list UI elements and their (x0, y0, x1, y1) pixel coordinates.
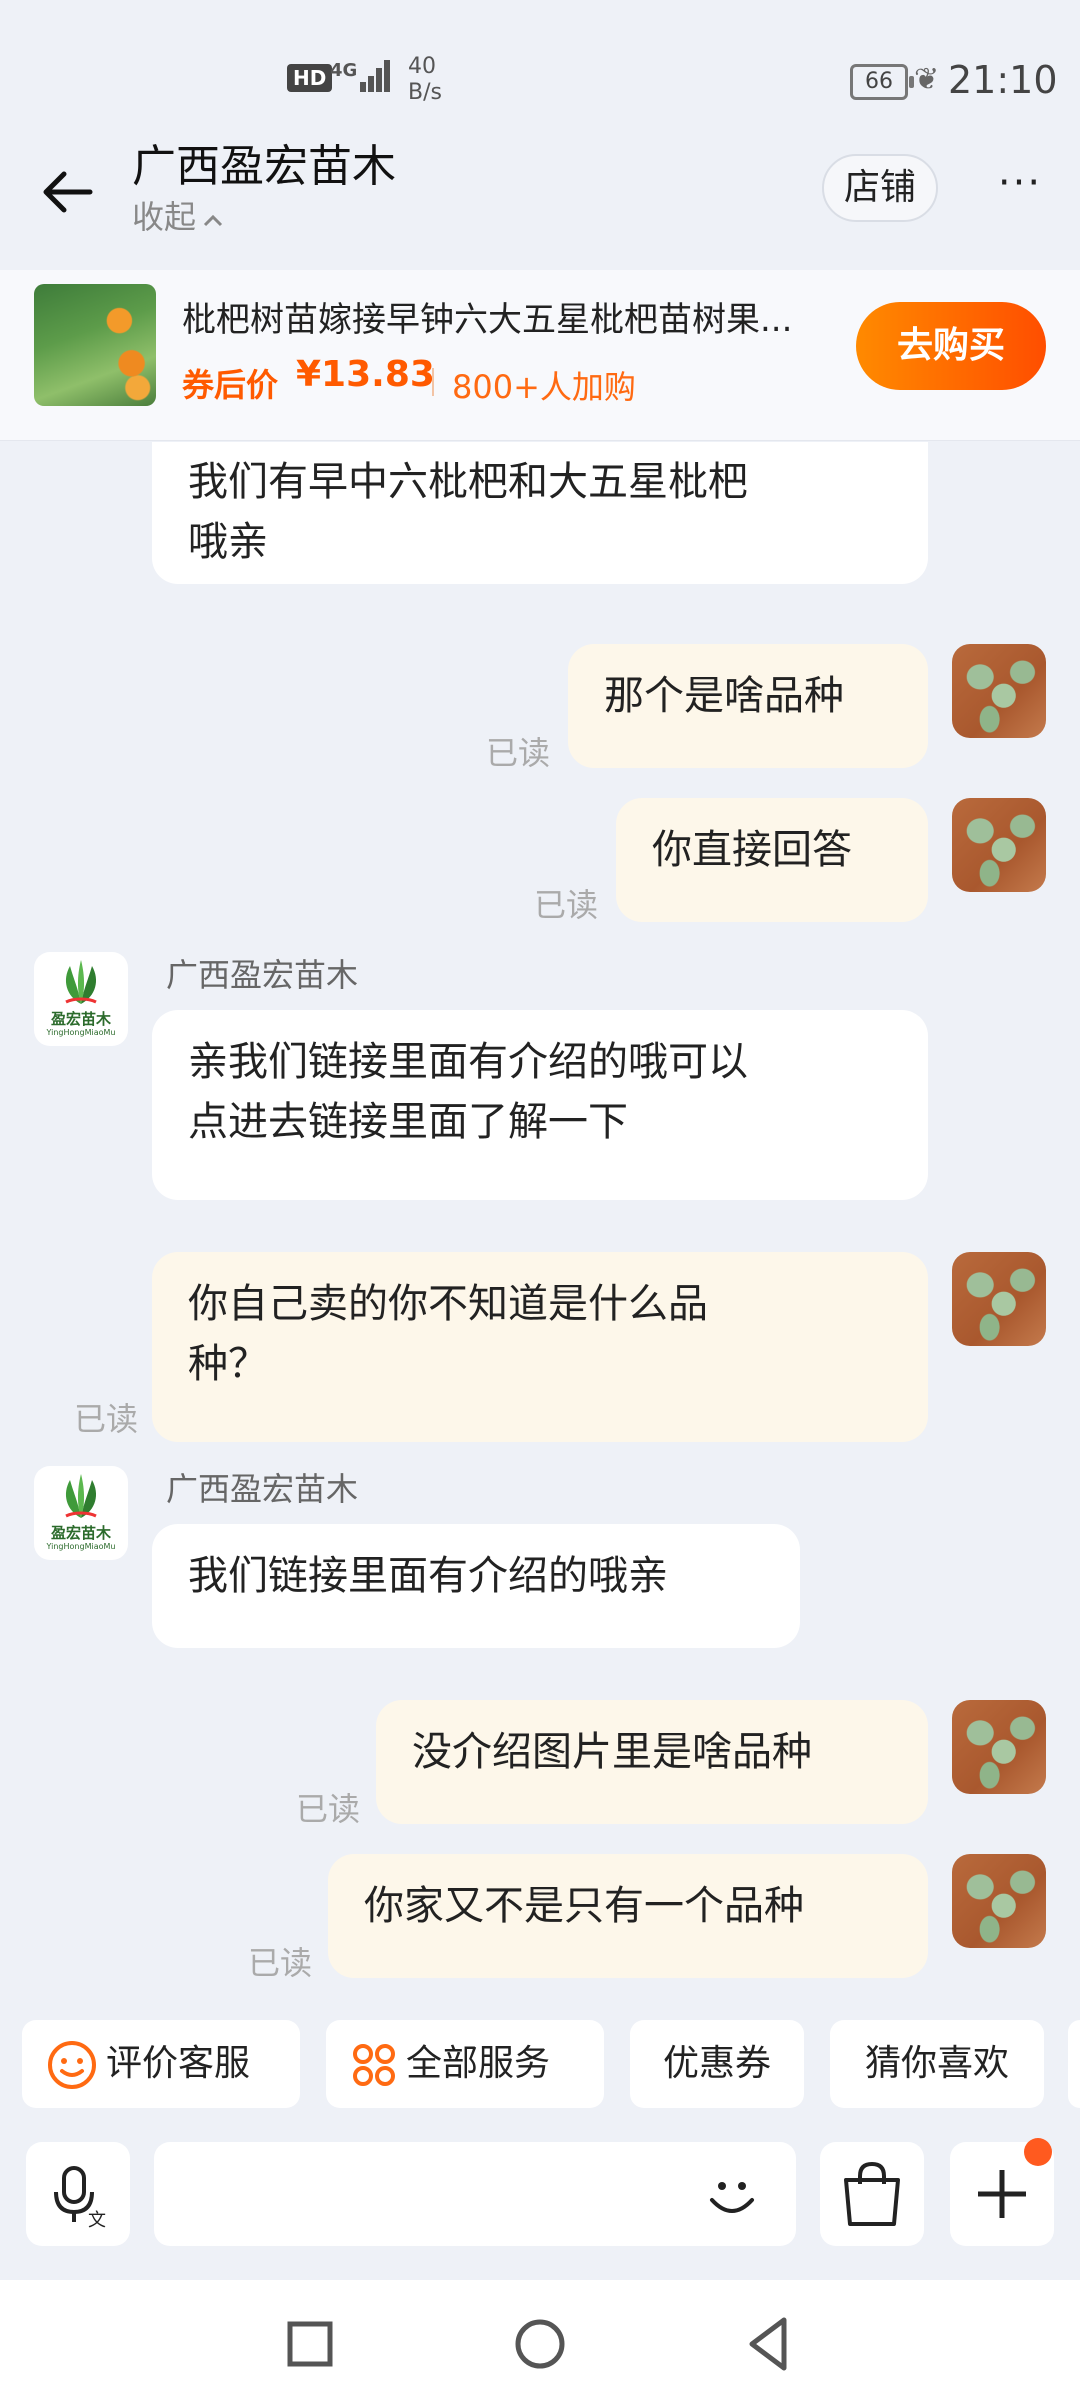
price-value: ¥13.83 (296, 354, 435, 395)
rate-service-chip[interactable]: 评价客服 (22, 2020, 300, 2108)
back-triangle-icon[interactable] (728, 2304, 808, 2384)
notification-dot (1024, 2138, 1052, 2166)
message-bubble-incoming[interactable]: 我们链接里面有介绍的哦亲 (152, 1524, 800, 1648)
message-text: 你家又不是只有一个品种 (364, 1883, 804, 1929)
message-bubble-outgoing[interactable]: 你自己卖的你不知道是什么品 种？ (152, 1252, 928, 1442)
chat-title: 广西盈宏苗木 (132, 141, 396, 192)
read-status: 已读 (74, 1400, 139, 1438)
chat-header: 广西盈宏苗木 收起 店铺 ··· (0, 120, 1080, 270)
message-text: 你直接回答 (652, 827, 852, 873)
chip-label: 评价客服 (106, 2043, 251, 2084)
product-card[interactable]: 枇杷树苗嫁接早钟六大五星枇杷苗树果... 券后价 ¥13.83 800+人加购 … (0, 270, 1080, 441)
clock: 21:10 (948, 58, 1058, 102)
message-bubble-outgoing[interactable]: 你直接回答 (616, 798, 928, 922)
message-text: 哦亲 (188, 519, 268, 565)
network-speed-value: 40 (408, 54, 436, 79)
product-thumbnail[interactable] (34, 284, 156, 406)
shop-avatar-name: 盈宏苗木 (50, 1010, 111, 1028)
chevron-up-icon (203, 214, 223, 227)
more-chip[interactable] (1068, 2020, 1080, 2108)
read-status: 已读 (486, 734, 551, 772)
read-status: 已读 (296, 1790, 361, 1828)
recent-apps-icon[interactable] (270, 2304, 350, 2384)
emoji-icon[interactable] (700, 2162, 764, 2226)
store-button[interactable]: 店铺 (822, 154, 938, 222)
battery-icon: 66 (850, 64, 914, 100)
message-text: 那个是啥品种 (604, 673, 844, 719)
message-bubble-incoming[interactable]: 我们有早中六枇杷和大五星枇杷 哦亲 (152, 442, 928, 584)
message-bubble-outgoing[interactable]: 你家又不是只有一个品种 (328, 1854, 928, 1978)
user-avatar[interactable] (952, 1700, 1046, 1794)
network-speed-unit: B/s (408, 80, 442, 105)
home-icon[interactable] (500, 2304, 580, 2384)
message-text: 点进去链接里面了解一下 (188, 1099, 628, 1145)
message-text: 种？ (188, 1341, 268, 1387)
status-bar: HD 4G 40 B/s 66 ❦ 21:10 (0, 0, 1080, 120)
coupon-chip[interactable]: 优惠券 (630, 2020, 804, 2108)
system-nav-bar (0, 2280, 1080, 2400)
message-text: 没介绍图片里是啥品种 (412, 1729, 812, 1775)
sender-name: 广西盈宏苗木 (166, 956, 359, 994)
more-options-button[interactable]: ··· (985, 160, 1055, 210)
input-bar: 文 (0, 2130, 1080, 2260)
recommend-chip[interactable]: 猜你喜欢 (830, 2020, 1044, 2108)
read-status: 已读 (248, 1944, 313, 1982)
user-avatar[interactable] (952, 644, 1046, 738)
all-services-chip[interactable]: 全部服务 (326, 2020, 604, 2108)
message-bubble-incoming[interactable]: 亲我们链接里面有介绍的哦可以 点进去链接里面了解一下 (152, 1010, 928, 1200)
price-label: 券后价 (182, 366, 279, 404)
shopping-bag-button[interactable] (820, 2142, 924, 2246)
message-bubble-outgoing[interactable]: 没介绍图片里是啥品种 (376, 1700, 928, 1824)
message-text: 你自己卖的你不知道是什么品 (188, 1281, 708, 1327)
message-bubble-outgoing[interactable]: 那个是啥品种 (568, 644, 928, 768)
hd-indicator: HD (287, 64, 333, 92)
signal-icon (352, 58, 390, 92)
collapse-label: 收起 (132, 198, 197, 236)
smiley-icon (48, 2041, 96, 2089)
message-text: 我们链接里面有介绍的哦亲 (188, 1553, 668, 1599)
buyers-count: 800+人加购 (452, 368, 636, 406)
svg-text:文: 文 (88, 2210, 106, 2231)
voice-input-button[interactable]: 文 (26, 2142, 130, 2246)
network-speed: 40 B/s (408, 54, 442, 106)
message-text: 我们有早中六枇杷和大五星枇杷 (188, 459, 748, 505)
product-name: 枇杷树苗嫁接早钟六大五星枇杷苗树果... (182, 300, 793, 340)
back-arrow-icon[interactable] (38, 162, 98, 222)
leaf-logo-icon (65, 960, 97, 1004)
user-avatar[interactable] (952, 798, 1046, 892)
message-text: 亲我们链接里面有介绍的哦可以 (188, 1039, 748, 1085)
grid-icon (353, 2044, 395, 2086)
chat-list[interactable]: 我们有早中六枇杷和大五星枇杷 哦亲 已读 那个是啥品种 已读 你直接回答 盈宏苗… (0, 442, 1080, 1982)
chip-label: 优惠券 (662, 2043, 771, 2084)
sender-name: 广西盈宏苗木 (166, 1470, 359, 1508)
eco-leaf-icon: ❦ (914, 62, 940, 97)
shop-avatar-pinyin: YingHongMiaoMu (46, 1542, 116, 1551)
shop-avatar-name: 盈宏苗木 (50, 1524, 111, 1542)
user-avatar[interactable] (952, 1854, 1046, 1948)
divider (432, 368, 434, 396)
shop-avatar[interactable]: 盈宏苗木 YingHongMiaoMu (34, 952, 128, 1046)
chip-label: 猜你喜欢 (864, 2043, 1009, 2084)
read-status: 已读 (534, 886, 599, 924)
buy-button[interactable]: 去购买 (856, 302, 1046, 390)
collapse-toggle[interactable]: 收起 (132, 192, 224, 238)
shop-avatar-pinyin: YingHongMiaoMu (46, 1028, 116, 1037)
user-avatar[interactable] (952, 1252, 1046, 1346)
chip-label: 全部服务 (406, 2043, 551, 2084)
quick-actions-bar[interactable]: 评价客服 全部服务 优惠券 猜你喜欢 (0, 2010, 1080, 2120)
shopping-bag-icon (844, 2161, 900, 2226)
microphone-icon: 文 (54, 2166, 106, 2231)
leaf-logo-icon (65, 1474, 97, 1518)
shop-avatar[interactable]: 盈宏苗木 YingHongMiaoMu (34, 1466, 128, 1560)
